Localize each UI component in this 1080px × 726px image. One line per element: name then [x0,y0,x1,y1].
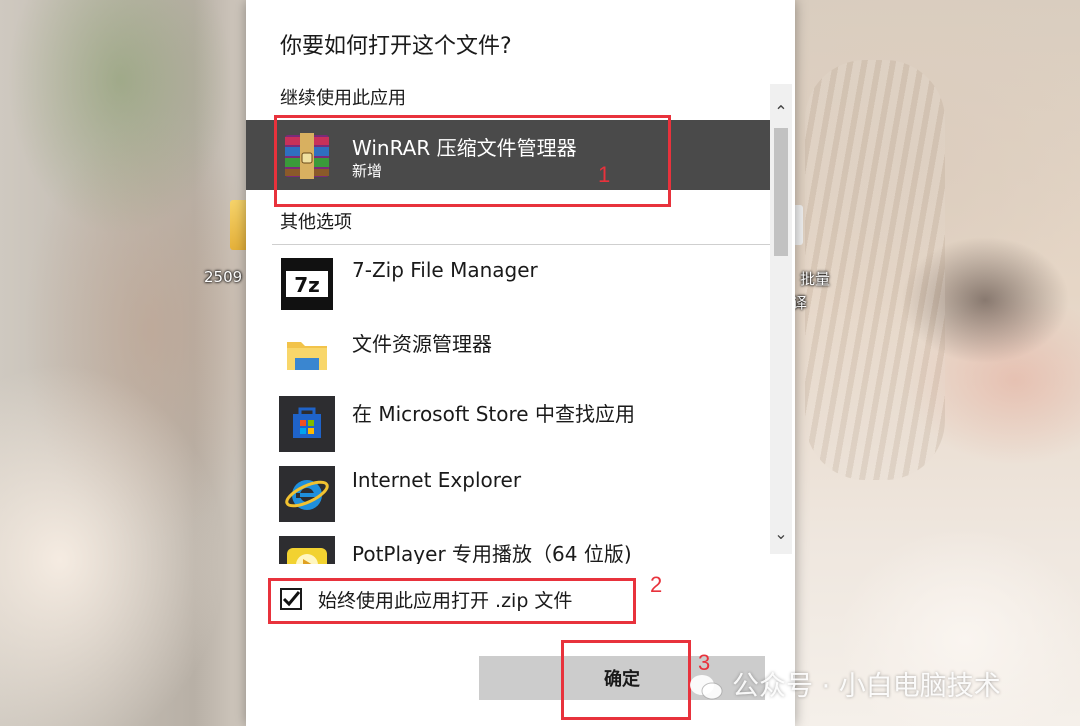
app-item-internet-explorer[interactable]: Internet Explorer [246,458,770,528]
app-item-file-explorer[interactable]: 文件资源管理器 [246,318,770,388]
wechat-icon [688,673,724,703]
app-name: Internet Explorer [352,468,522,492]
watermark-text: 公众号 · 小白电脑技术 [732,671,1001,702]
annotation-number-1: 1 [598,162,611,187]
desktop-icon-label-right[interactable]: 批量 [800,268,830,289]
scroll-down-arrow-icon[interactable]: ⌄ [770,522,792,546]
desktop-file-icon[interactable] [795,205,803,245]
scrollbar-thumb[interactable] [774,128,788,256]
file-explorer-icon [278,325,336,383]
app-item-potplayer[interactable]: PotPlayer 专用播放（64 位版) [246,528,770,564]
app-name: 7-Zip File Manager [352,258,538,282]
7zip-icon: 7z [278,255,336,313]
svg-text:7z: 7z [294,273,320,297]
app-item-microsoft-store[interactable]: 在 Microsoft Store 中查找应用 [246,388,770,458]
desktop-icon-label[interactable]: 2509 [204,268,242,286]
other-options-label: 其他选项 [280,212,352,233]
app-name: 文件资源管理器 [352,332,492,356]
app-name: 在 Microsoft Store 中查找应用 [352,402,635,426]
annotation-box-2 [268,578,636,624]
app-item-7zip[interactable]: 7z 7-Zip File Manager [246,248,770,318]
app-name: PotPlayer 专用播放（64 位版) [352,542,632,564]
annotation-number-2: 2 [650,572,663,597]
annotation-box-1 [274,115,671,207]
watermark: 公众号 · 小白电脑技术 [688,664,1001,703]
continue-using-label: 继续使用此应用 [280,88,406,109]
wallpaper-photo [795,0,1080,726]
dialog-title: 你要如何打开这个文件? [280,34,512,59]
divider [272,244,770,245]
microsoft-store-icon [278,395,336,453]
scroll-up-arrow-icon[interactable]: ⌃ [770,100,792,124]
annotation-box-3 [561,640,691,720]
internet-explorer-icon [278,465,336,523]
app-list-scrollbar[interactable]: ⌃ ⌄ [770,84,792,554]
potplayer-icon [278,535,336,564]
desktop-folder-icon[interactable] [230,200,246,250]
